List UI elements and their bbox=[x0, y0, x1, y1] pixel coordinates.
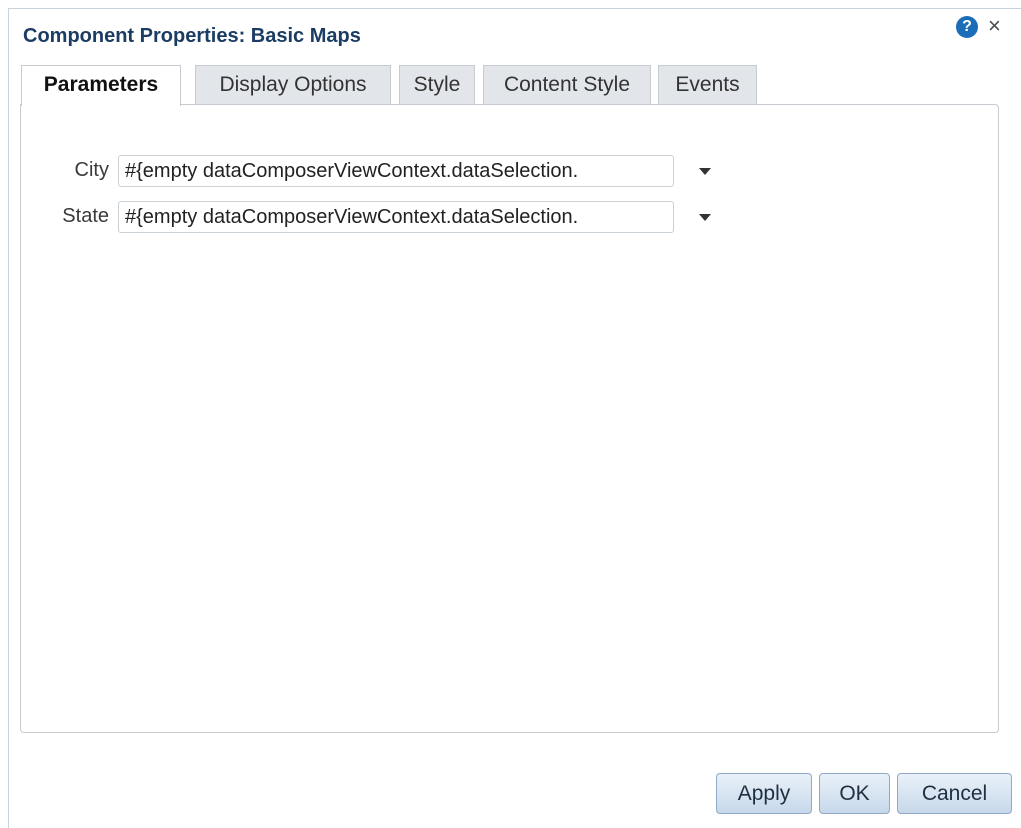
tab-display-options[interactable]: Display Options bbox=[195, 65, 391, 104]
state-dropdown-icon[interactable] bbox=[699, 214, 711, 221]
cancel-button[interactable]: Cancel bbox=[897, 773, 1012, 814]
dialog-title: Component Properties: Basic Maps bbox=[23, 25, 361, 47]
tab-events[interactable]: Events bbox=[658, 65, 757, 104]
help-icon[interactable]: ? bbox=[956, 16, 978, 38]
close-icon[interactable]: × bbox=[988, 14, 1001, 38]
state-input[interactable]: #{empty dataComposerViewContext.dataSele… bbox=[118, 201, 674, 233]
city-dropdown-icon[interactable] bbox=[699, 168, 711, 175]
tab-parameters[interactable]: Parameters bbox=[21, 65, 181, 106]
tab-style[interactable]: Style bbox=[399, 65, 475, 104]
state-label: State bbox=[62, 205, 109, 227]
ok-button[interactable]: OK bbox=[819, 773, 890, 814]
city-label: City bbox=[74, 159, 109, 181]
parameters-panel: City #{empty dataComposerViewContext.dat… bbox=[20, 104, 999, 733]
city-input[interactable]: #{empty dataComposerViewContext.dataSele… bbox=[118, 155, 674, 187]
apply-button[interactable]: Apply bbox=[716, 773, 812, 814]
tab-content-style[interactable]: Content Style bbox=[483, 65, 651, 104]
